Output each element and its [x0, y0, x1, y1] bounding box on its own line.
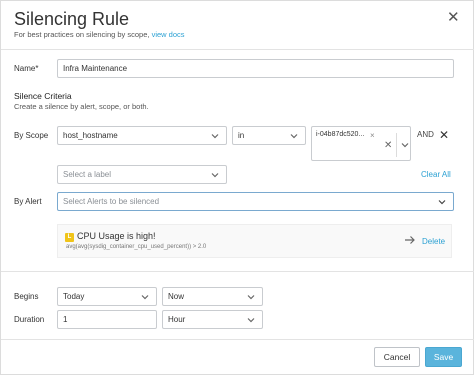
name-input[interactable]: Infra Maintenance — [57, 59, 454, 78]
remove-scope-icon[interactable]: ✕ — [439, 128, 449, 142]
scope-label: By Scope — [14, 131, 49, 140]
dialog-title: Silencing Rule — [14, 9, 130, 29]
dialog-subtitle: For best practices on silencing by scope… — [14, 30, 185, 39]
begins-date-value: Today — [63, 292, 85, 301]
chevron-down-icon — [247, 294, 255, 299]
begins-time-value: Now — [168, 292, 185, 301]
chevron-down-icon — [438, 199, 446, 204]
divider — [1, 339, 474, 340]
scope-operator-value: in — [238, 131, 245, 140]
criteria-subtitle: Create a silence by alert, scope, or bot… — [14, 102, 149, 111]
remove-tag-icon[interactable]: × — [370, 131, 375, 140]
begins-time-select[interactable]: Now — [162, 287, 263, 306]
scope-key-select[interactable]: host_hostname — [57, 126, 227, 145]
delete-alert-link[interactable]: Delete — [422, 237, 445, 246]
clear-all-link[interactable]: Clear All — [421, 170, 451, 179]
label-select-placeholder: Select a label — [63, 170, 112, 179]
arrow-right-icon[interactable] — [404, 235, 416, 245]
chevron-down-icon — [141, 294, 149, 299]
alert-name: CPU Usage is high! — [77, 231, 156, 241]
cancel-button[interactable]: Cancel — [374, 347, 420, 367]
duration-input[interactable]: 1 — [57, 310, 157, 329]
clear-icon[interactable]: ✕ — [384, 140, 392, 151]
subtitle-text: For best practices on silencing by scope… — [14, 30, 150, 39]
duration-label: Duration — [14, 315, 45, 324]
divider — [1, 271, 474, 272]
save-button[interactable]: Save — [425, 347, 462, 367]
begins-date-select[interactable]: Today — [57, 287, 157, 306]
alert-badge: L — [65, 233, 74, 242]
selected-alert-card: L CPU Usage is high! avg(avg(sysdig_cont… — [57, 224, 452, 258]
duration-unit-value: Hour — [168, 315, 186, 324]
view-docs-link[interactable]: view docs — [152, 30, 185, 39]
alert-expression: avg(avg(sysdig_container_cpu_used_percen… — [66, 244, 207, 250]
chevron-down-icon — [290, 133, 298, 138]
scope-operator-select[interactable]: in — [232, 126, 306, 145]
label-select[interactable]: Select a label — [57, 165, 227, 184]
duration-unit-select[interactable]: Hour — [162, 310, 263, 329]
name-input-value: Infra Maintenance — [63, 64, 128, 73]
chevron-down-icon — [211, 172, 219, 177]
name-label: Name* — [14, 64, 39, 73]
criteria-title: Silence Criteria — [14, 91, 72, 101]
scope-value-tag: i-04b87dc520... — [316, 131, 365, 138]
alert-select-placeholder: Select Alerts to be silenced — [63, 197, 160, 206]
alert-select[interactable]: Select Alerts to be silenced — [57, 192, 454, 211]
chevron-down-icon — [211, 133, 219, 138]
duration-input-value: 1 — [63, 315, 68, 324]
silencing-rule-dialog: Silencing Rule ✕ For best practices on s… — [0, 0, 474, 375]
divider — [396, 133, 397, 157]
chevron-down-icon[interactable] — [400, 140, 410, 150]
chevron-down-icon — [247, 317, 255, 322]
alert-label: By Alert — [14, 197, 42, 206]
scope-value-select[interactable]: i-04b87dc520... × ✕ — [311, 126, 411, 161]
close-icon[interactable]: ✕ — [447, 10, 460, 25]
scope-key-value: host_hostname — [63, 131, 118, 140]
divider — [1, 49, 474, 50]
begins-label: Begins — [14, 292, 39, 301]
and-label: AND — [417, 130, 434, 139]
